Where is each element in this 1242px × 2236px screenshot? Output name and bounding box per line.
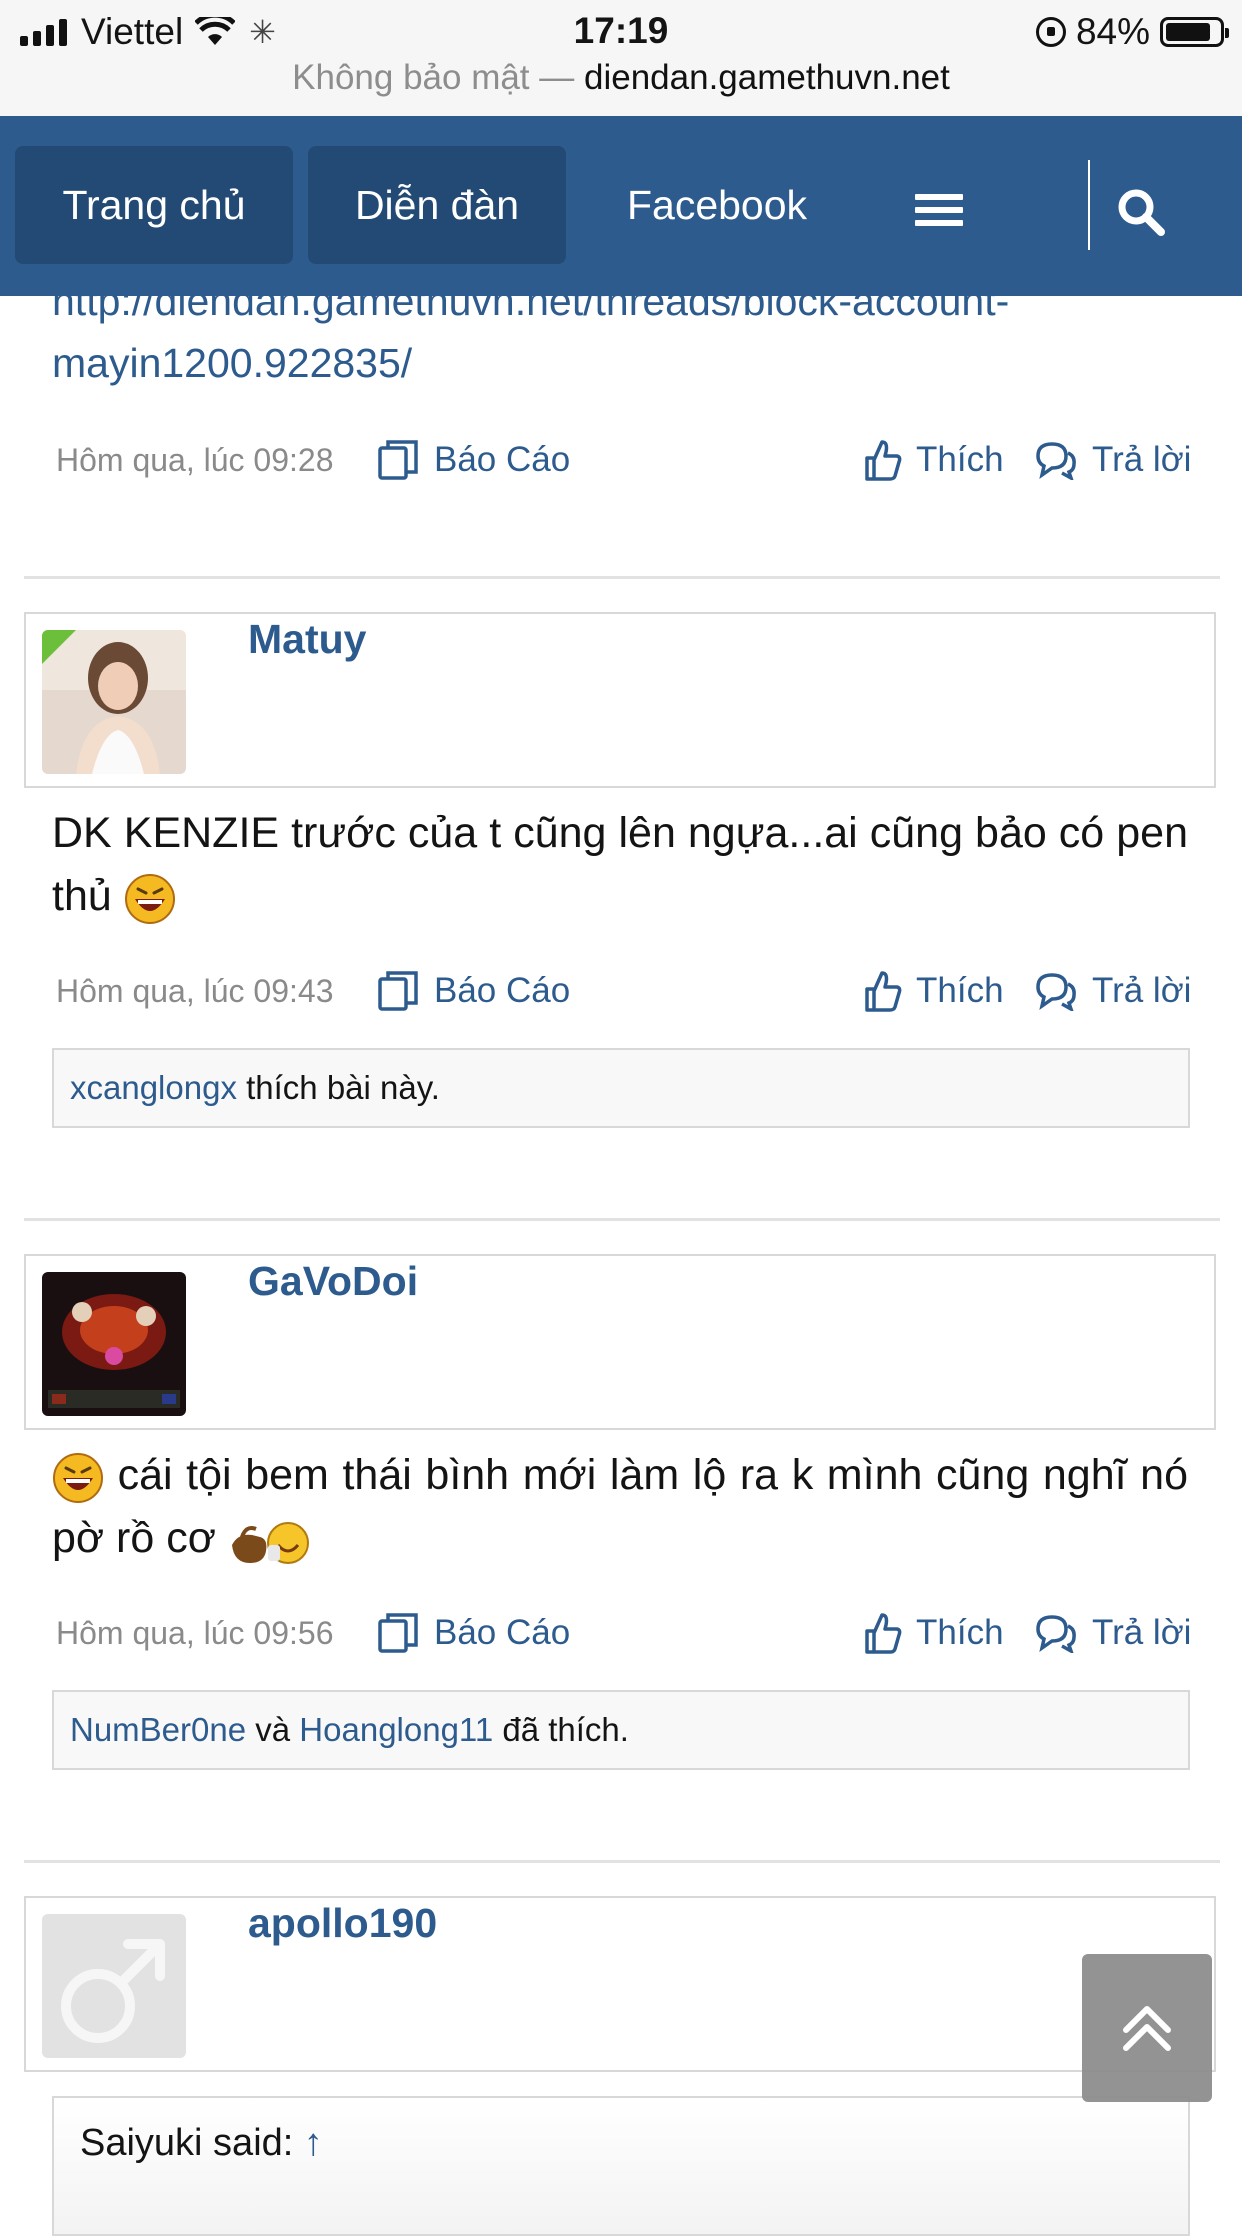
report-label: Báo Cáo [434,440,571,479]
post-date: Hôm qua, lúc 09:56 [56,1615,334,1651]
likes-text: thích bài này. [236,1069,440,1106]
scroll-top-icon [1123,2006,1171,2051]
battery-icon [1160,17,1229,47]
post-body: cái tội bem thái bình mới làm lộ ra k mì… [52,1444,1188,1570]
hamburger-menu-icon[interactable] [915,194,963,226]
report-icon [378,1613,418,1653]
reply-button[interactable]: Trả lời [1034,435,1191,485]
user-card: apollo190 [24,1896,1216,2072]
security-label: Không bảo mật — [292,58,575,97]
report-button[interactable]: Báo Cáo [376,1608,570,1658]
like-button[interactable]: Thích [864,435,1004,485]
avatar[interactable] [42,1272,186,1416]
liker-link[interactable]: xcanglongx [70,1069,237,1106]
avatar[interactable] [42,630,186,774]
user-card: Matuy [24,612,1216,788]
post-meta-1: Hôm qua, lúc 09:43 Báo Cáo Thích Trả lời [0,966,1242,1016]
post-text: DK KENZIE trước của t cũng lên ngựa...ai… [52,809,1188,920]
avatar[interactable] [42,1914,186,2058]
post-meta-2: Hôm qua, lúc 09:56 Báo Cáo Thích Trả lời [0,1608,1242,1658]
reply-button[interactable]: Trả lời [1034,966,1191,1016]
likes-summary: NumBer0ne và Hoanglong11 đã thích. [52,1690,1190,1770]
status-right: 84% [1035,10,1229,54]
liker-link[interactable]: NumBer0ne [70,1711,246,1748]
likes-text: đã thích. [493,1711,629,1748]
post-date: Hôm qua, lúc 09:28 [56,442,334,478]
quote-author-text: Saiyuki said: [80,2122,304,2164]
thumbs-up-icon [865,440,902,481]
reply-label: Trả lời [1092,440,1192,479]
like-label: Thích [916,1613,1004,1652]
thumbs-up-icon [865,971,902,1012]
like-button[interactable]: Thích [864,1608,1004,1658]
username[interactable]: GaVoDoi [248,1258,418,1305]
liker-link[interactable]: Hoanglong11 [299,1711,493,1748]
post-separator [24,1860,1220,1863]
like-label: Thích [916,971,1004,1010]
reply-button[interactable]: Trả lời [1034,1608,1191,1658]
report-label: Báo Cáo [434,971,571,1010]
like-button[interactable]: Thích [864,966,1004,1016]
search-icon[interactable] [1115,186,1167,238]
report-icon [378,971,418,1011]
like-label: Thích [916,440,1004,479]
report-label: Báo Cáo [434,1613,571,1652]
thumbs-up-icon [865,1613,902,1654]
scroll-top-button[interactable] [1082,1954,1212,2102]
address-bar[interactable]: Không bảo mật — diendan.gamethuvn.net [0,58,1242,98]
nav-tab-forum[interactable]: Diễn đàn [308,146,566,264]
report-button[interactable]: Báo Cáo [376,966,570,1016]
likes-summary: xcanglongx thích bài này. [52,1048,1190,1128]
main-navbar: Trang chủ Diễn đàn Facebook [0,116,1242,296]
quote-author: Saiyuki said: ↑ [80,2118,323,2168]
post-meta-0: Hôm qua, lúc 09:28 Báo Cáo Thích Trả lời [0,435,1242,485]
post-separator [24,576,1220,579]
reply-icon [1036,1615,1076,1653]
rotation-lock-icon [1035,17,1066,47]
report-button[interactable]: Báo Cáo [376,435,570,485]
post-date: Hôm qua, lúc 09:43 [56,973,334,1009]
report-icon [378,440,418,480]
status-bar: Viettel ✳ 17:19 84% Không bảo mật — dien… [0,0,1242,116]
laughing-emoji-icon [124,873,175,924]
quote-box: Saiyuki said: ↑ [52,2096,1190,2236]
laughing-emoji-icon [53,1452,103,1503]
likes-connector: và [246,1711,300,1748]
reply-label: Trả lời [1092,1613,1192,1652]
username[interactable]: Matuy [248,616,366,663]
reply-label: Trả lời [1092,971,1192,1010]
bag-emoji-icon [231,1521,309,1564]
battery-percent: 84% [1075,11,1150,52]
nav-divider [1088,160,1090,250]
user-card: GaVoDoi [24,1254,1216,1430]
url-domain: diendan.gamethuvn.net [584,58,950,97]
post-text: cái tội bem thái bình mới làm lộ ra k mì… [52,1451,1188,1562]
quote-source-link[interactable]: ↑ [304,2122,323,2164]
post-body: DK KENZIE trước của t cũng lên ngựa...ai… [52,802,1188,928]
nav-tab-home[interactable]: Trang chủ [15,146,293,264]
post-separator [24,1218,1220,1221]
reply-icon [1036,442,1076,480]
reply-icon [1036,973,1076,1011]
username[interactable]: apollo190 [248,1900,437,1947]
nav-tab-facebook[interactable]: Facebook [600,146,834,264]
